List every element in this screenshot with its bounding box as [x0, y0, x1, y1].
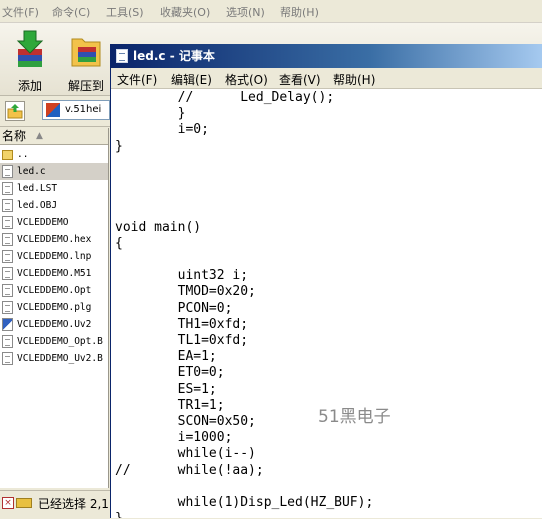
notepad-window[interactable]: led.c - 记事本 文件(F) 编辑(E) 格式(O) 查看(V) 帮助(H… [110, 44, 542, 518]
archive-icon [46, 103, 60, 117]
text-file-icon [2, 216, 13, 229]
file-name: VCLEDDEMO_Uv2.B [17, 353, 103, 364]
file-name: VCLEDDEMO.Uv2 [17, 319, 92, 330]
folder-icon [2, 150, 13, 160]
file-row[interactable]: led.c [0, 163, 108, 180]
code-line: TH1=0xfd; [115, 316, 249, 332]
file-name: VCLEDDEMO.M51 [17, 268, 92, 279]
file-row[interactable]: VCLEDDEMO_Uv2.B [0, 350, 108, 367]
notepad-menubar: 文件(F) 编辑(E) 格式(O) 查看(V) 帮助(H) [111, 68, 542, 89]
code-line: while(1)Disp_Led(HZ_BUF); [115, 495, 374, 510]
name-column-label: 名称 [2, 129, 27, 143]
path-field[interactable]: v.51hei [42, 100, 110, 120]
text-file-icon [2, 301, 13, 314]
np-menu-help[interactable]: 帮助(H) [333, 71, 375, 88]
text-file-icon [2, 199, 13, 212]
sort-ascending-icon: ▲ [36, 131, 43, 141]
file-name: VCLEDDEMO_Opt.B [17, 336, 103, 347]
code-line: uint32 i; [115, 268, 249, 284]
file-list: 名称 ▲ .. led.c led.LST led.OBJ VCLEDDEMO … [0, 128, 109, 488]
project-file-icon [2, 318, 13, 331]
file-row[interactable]: VCLEDDEMO.Uv2 [0, 316, 108, 333]
code-line: void main() [115, 219, 202, 235]
np-menu-view[interactable]: 查看(V) [279, 71, 321, 88]
file-name: VCLEDDEMO.Opt [17, 285, 92, 296]
code-line: while(i--) [115, 446, 256, 462]
code-line: PCON=0; [115, 300, 233, 316]
notepad-title: led.c - 记事本 [133, 49, 215, 63]
bg-address-bar: v.51hei [0, 96, 110, 127]
file-row[interactable]: .. [0, 146, 108, 163]
code-line: } [115, 511, 123, 518]
text-file-icon [2, 233, 13, 246]
code-line: } [115, 138, 123, 154]
text-file-icon [2, 165, 13, 178]
text-file-icon [2, 335, 13, 348]
np-menu-file[interactable]: 文件(F) [117, 71, 157, 88]
bg-menubar: 文件(F) 命令(C) 工具(S) 收藏夹(O) 选项(N) 帮助(H) [0, 0, 542, 23]
add-button-label: 添加 [17, 79, 42, 93]
text-file-icon [2, 267, 13, 280]
up-folder-icon [7, 104, 23, 119]
text-file-icon [2, 352, 13, 365]
code-line: EA=1; [115, 349, 217, 365]
add-archive-icon [16, 30, 44, 67]
bg-menu-help[interactable]: 帮助(H) [280, 4, 319, 20]
code-line: { [115, 235, 123, 251]
np-menu-format[interactable]: 格式(O) [225, 71, 268, 88]
bg-menu-commands[interactable]: 命令(C) [52, 4, 90, 20]
notepad-title-bar[interactable]: led.c - 记事本 [111, 44, 542, 68]
file-row[interactable]: VCLEDDEMO [0, 214, 108, 231]
text-file-icon [2, 284, 13, 297]
code-line: i=1000; [115, 430, 233, 446]
watermark-text: 51黑电子 [318, 407, 391, 427]
file-row[interactable]: VCLEDDEMO.lnp [0, 248, 108, 265]
text-file-icon [2, 182, 13, 195]
code-line: i=0; [115, 122, 209, 138]
status-error-icon: × [2, 497, 14, 509]
file-name: led.LST [17, 183, 58, 194]
file-row[interactable]: led.OBJ [0, 197, 108, 214]
status-key-icon [16, 498, 32, 508]
file-name: .. [17, 149, 29, 160]
notepad-icon [116, 49, 128, 63]
path-text: v.51hei [65, 104, 102, 115]
bg-menu-file[interactable]: 文件(F) [2, 4, 39, 20]
code-line: } [115, 106, 186, 122]
file-row[interactable]: VCLEDDEMO.M51 [0, 265, 108, 282]
extract-to-button[interactable]: 解压到 [62, 27, 110, 93]
up-folder-button[interactable] [5, 101, 25, 121]
file-name: VCLEDDEMO [17, 217, 69, 228]
file-row[interactable]: VCLEDDEMO.Opt [0, 282, 108, 299]
code-line: SCON=0x50; [115, 414, 256, 429]
np-menu-edit[interactable]: 编辑(E) [171, 71, 212, 88]
code-line: ET0=0; [115, 365, 225, 381]
bg-menu-options[interactable]: 选项(N) [226, 4, 265, 20]
file-row[interactable]: VCLEDDEMO.plg [0, 299, 108, 316]
file-row[interactable]: VCLEDDEMO.hex [0, 231, 108, 248]
file-name: VCLEDDEMO.lnp [17, 251, 92, 262]
code-line: TMOD=0x20; [115, 284, 256, 300]
code-line: TL1=0xfd; [115, 333, 249, 348]
file-row[interactable]: VCLEDDEMO_Opt.B [0, 333, 108, 350]
file-name: VCLEDDEMO.plg [17, 302, 92, 313]
extract-folder-icon [71, 38, 101, 67]
extract-to-button-label: 解压到 [67, 79, 104, 93]
code-line: // while(!aa); [115, 462, 264, 478]
name-column-header[interactable]: 名称 ▲ [0, 128, 108, 145]
notepad-text-area[interactable]: // Led_Delay(); } i=0;} void main(){ uint… [111, 88, 542, 518]
file-name: led.c [17, 166, 46, 177]
text-file-icon [2, 250, 13, 263]
file-name: VCLEDDEMO.hex [17, 234, 92, 245]
status-text: 已经选择 2,1 [38, 497, 109, 511]
code-line: ES=1; [115, 381, 217, 397]
bg-menu-favorites[interactable]: 收藏夹(O) [160, 4, 210, 20]
file-name: led.OBJ [17, 200, 58, 211]
add-button[interactable]: 添加 [6, 27, 54, 93]
code-line: TR1=1; [115, 397, 225, 413]
bg-menu-tools[interactable]: 工具(S) [106, 4, 144, 20]
bg-status-bar: × 已经选择 2,1 [0, 490, 110, 519]
file-row[interactable]: led.LST [0, 180, 108, 197]
code-line: // Led_Delay(); [115, 90, 335, 105]
